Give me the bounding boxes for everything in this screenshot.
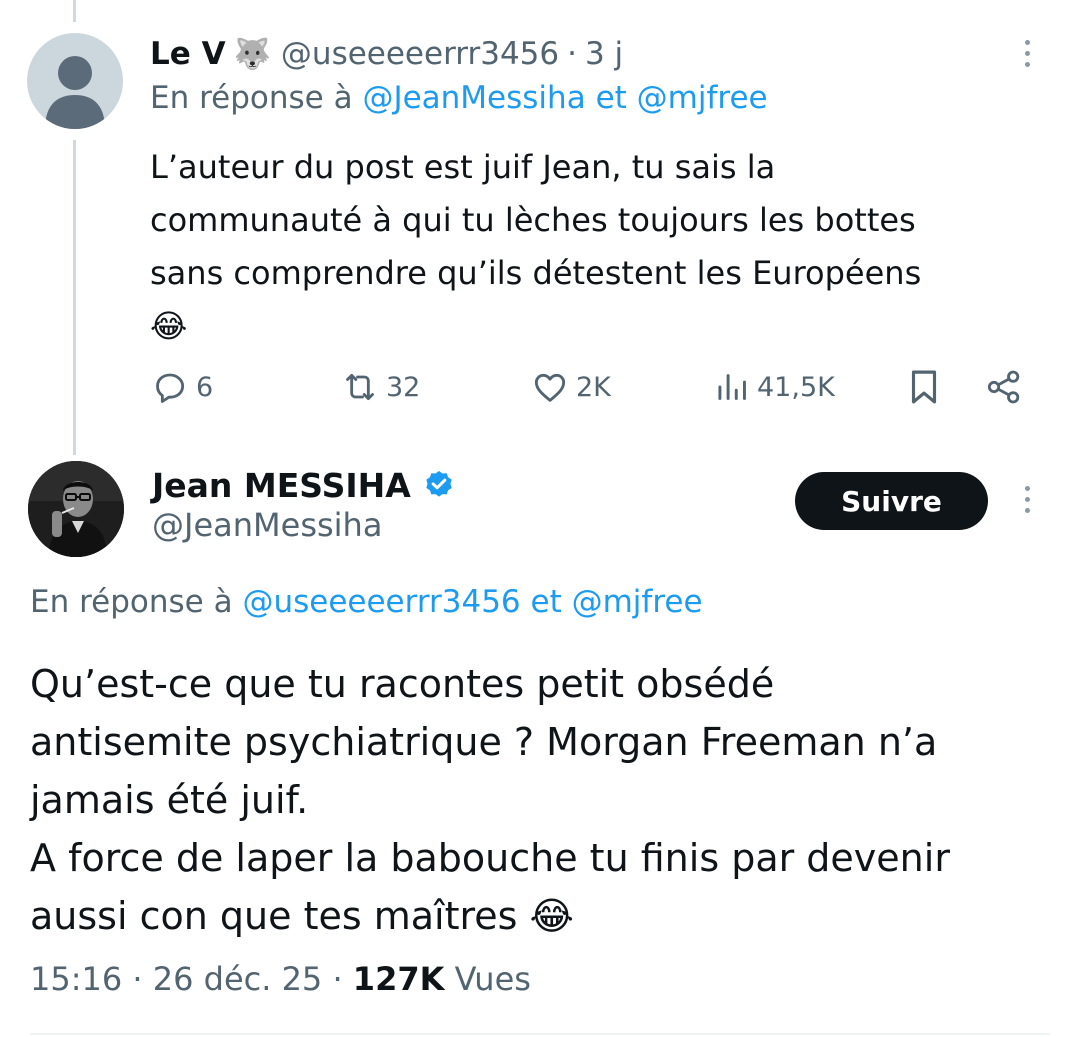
replying-prefix: En réponse à	[30, 584, 233, 620]
main-author-name-row: Jean MESSIHA	[152, 460, 455, 510]
bookmark-button[interactable]	[906, 362, 942, 412]
main-tweet-text: Qu’est-ce que tu racontes petit obsédé a…	[30, 655, 1060, 945]
default-avatar-icon	[45, 56, 105, 129]
reply-more-icon[interactable]	[1022, 40, 1032, 67]
main-more-icon[interactable]	[1022, 486, 1032, 513]
text-line: Qu’est-ce que tu racontes petit obsédé	[30, 662, 775, 706]
bookmark-icon	[911, 370, 937, 404]
text-line: communauté à qui tu lèches toujours les …	[150, 201, 916, 239]
meta-separator: ·	[332, 960, 343, 998]
text-line: sans comprendre qu’ils détestent les Eur…	[150, 254, 922, 292]
reply-author-name[interactable]: Le V	[150, 36, 226, 72]
share-button[interactable]	[984, 362, 1024, 412]
views-button[interactable]: 41,5K	[715, 362, 835, 412]
divider	[30, 1033, 1050, 1035]
main-replying-to: En réponse à @useeeeerrr3456 et @mjfree	[30, 584, 703, 620]
reply-replying-to: En réponse à @JeanMessiha et @mjfree	[150, 80, 768, 116]
views-count: 41,5K	[757, 371, 835, 403]
replying-prefix: En réponse à	[150, 80, 353, 116]
tweet-date[interactable]: 26 déc. 25	[153, 960, 323, 998]
header-separator: ·	[567, 36, 577, 72]
text-line: antisemite psychiatrique ? Morgan Freema…	[30, 720, 938, 764]
mention-link[interactable]: @useeeeerrr3456	[242, 584, 520, 620]
repost-button[interactable]: 32	[340, 362, 420, 412]
main-author-handle[interactable]: @JeanMessiha	[152, 506, 382, 544]
follow-button[interactable]: Suivre	[795, 472, 988, 530]
reply-button[interactable]: 6	[150, 362, 213, 412]
bar-chart-icon	[718, 374, 746, 400]
views-total: 127K	[352, 960, 445, 998]
text-line: jamais été juif.	[30, 778, 309, 822]
replying-joiner: et	[595, 80, 627, 116]
heart-icon	[534, 373, 566, 402]
tweet-meta: 15:16 · 26 déc. 25 · 127K Vues	[30, 960, 531, 998]
main-author-name[interactable]: Jean MESSIHA	[152, 466, 411, 505]
mention-link[interactable]: @mjfree	[572, 584, 703, 620]
main-author-avatar[interactable]	[28, 461, 124, 557]
reply-count: 6	[196, 371, 214, 403]
repost-count: 32	[386, 371, 421, 403]
speech-bubble-icon	[156, 373, 185, 403]
text-line: A force de laper la babouche tu finis pa…	[30, 836, 950, 880]
meta-separator: ·	[132, 960, 143, 998]
thread-line-top	[73, 0, 76, 22]
tweet-time[interactable]: 15:16	[30, 960, 122, 998]
reply-tweet-text: L’auteur du post est juif Jean, tu sais …	[150, 141, 1030, 353]
text-line: aussi con que tes maîtres 😂	[30, 894, 574, 938]
reply-author-handle[interactable]: @useeeeerrr3456	[281, 36, 559, 72]
reply-header: Le V 🐺 @useeeeerrr3456 · 3 j	[150, 30, 623, 78]
repost-arrows-icon	[346, 373, 374, 401]
reply-author-avatar[interactable]	[27, 33, 123, 129]
like-count: 2K	[576, 371, 611, 403]
mention-link[interactable]: @mjfree	[637, 80, 768, 116]
reply-action-bar: 6 32 2K 41,5K	[150, 362, 1030, 412]
wolf-emoji: 🐺	[233, 36, 271, 72]
share-icon	[987, 370, 1020, 404]
mention-link[interactable]: @JeanMessiha	[362, 80, 585, 116]
reply-time[interactable]: 3 j	[585, 36, 623, 72]
like-button[interactable]: 2K	[530, 362, 611, 412]
thread-line-connector	[73, 140, 76, 455]
replying-joiner: et	[530, 584, 562, 620]
profile-photo-icon	[28, 461, 124, 557]
text-line: 😂	[150, 307, 188, 345]
text-line: L’auteur du post est juif Jean, tu sais …	[150, 148, 776, 186]
verified-badge-icon[interactable]	[423, 469, 455, 501]
views-label: Vues	[454, 960, 531, 998]
